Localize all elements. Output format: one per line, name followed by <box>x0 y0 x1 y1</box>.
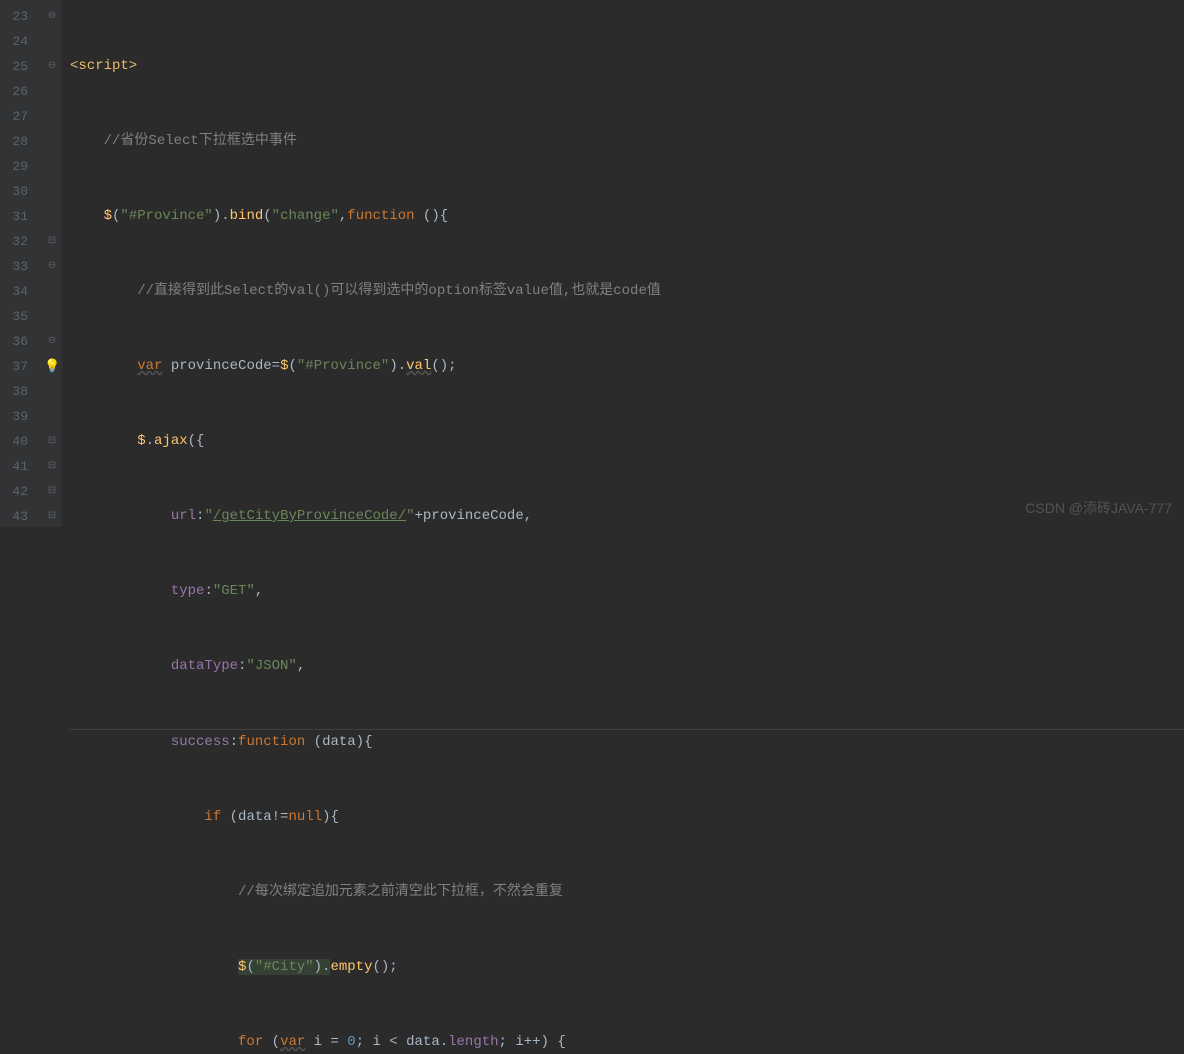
fold-marker <box>42 129 62 154</box>
line-number: 34 <box>0 279 28 304</box>
line-number: 26 <box>0 79 28 104</box>
fold-marker <box>42 29 62 54</box>
code-line: <script> <box>70 54 1184 79</box>
fold-marker <box>42 204 62 229</box>
fold-marker[interactable]: ⊟ <box>42 229 62 254</box>
fold-marker[interactable]: ⊟ <box>42 429 62 454</box>
fold-marker <box>42 79 62 104</box>
fold-marker <box>42 379 62 404</box>
line-number: 32 <box>0 229 28 254</box>
line-number: 28 <box>0 129 28 154</box>
fold-marker <box>42 179 62 204</box>
code-line: type:"GET", <box>70 579 1184 604</box>
fold-marker <box>42 104 62 129</box>
line-number: 39 <box>0 404 28 429</box>
line-number: 24 <box>0 29 28 54</box>
fold-marker <box>42 304 62 329</box>
line-number: 31 <box>0 204 28 229</box>
line-number: 25 <box>0 54 28 79</box>
line-number: 30 <box>0 179 28 204</box>
code-line: url:"/getCityByProvinceCode/"+provinceCo… <box>70 504 1184 529</box>
fold-marker[interactable]: ⊖ <box>42 4 62 29</box>
code-line: //每次绑定追加元素之前清空此下拉框，不然会重复 <box>70 880 1184 905</box>
code-line: //省份Select下拉框选中事件 <box>70 129 1184 154</box>
fold-marker <box>42 279 62 304</box>
line-number: 38 <box>0 379 28 404</box>
line-number: 29 <box>0 154 28 179</box>
line-number: 35 <box>0 304 28 329</box>
intention-bulb-icon[interactable]: 💡 <box>44 354 60 379</box>
line-number: 36 <box>0 329 28 354</box>
line-number: 33 <box>0 254 28 279</box>
line-number: 42 <box>0 479 28 504</box>
code-line: //直接得到此Select的val()可以得到选中的option标签value值… <box>70 279 1184 304</box>
fold-marker <box>42 404 62 429</box>
fold-marker[interactable]: ⊟ <box>42 504 62 529</box>
line-number-gutter: 2324252627282930313233343536373839404142… <box>0 0 42 527</box>
code-line: $.ajax({ <box>70 429 1184 454</box>
line-number: 41 <box>0 454 28 479</box>
line-number: 23 <box>0 4 28 29</box>
fold-marker[interactable]: ⊖ <box>42 329 62 354</box>
fold-marker <box>42 154 62 179</box>
code-line: success:function (data){ <box>70 729 1184 755</box>
code-line: dataType:"JSON", <box>70 654 1184 679</box>
code-line: $("#City").empty(); <box>70 955 1184 980</box>
watermark-text: CSDN @添砖JAVA-777 <box>1025 496 1172 521</box>
code-line: var provinceCode=$("#Province").val(); <box>70 354 1184 379</box>
code-area[interactable]: <script> //省份Select下拉框选中事件 $("#Province"… <box>62 0 1184 527</box>
code-line: for (var i = 0; i < data.length; i++) { <box>70 1030 1184 1054</box>
fold-marker[interactable]: ⊖ <box>42 254 62 279</box>
line-number: 27 <box>0 104 28 129</box>
code-editor: 2324252627282930313233343536373839404142… <box>0 0 1184 527</box>
fold-column[interactable]: 💡 ⊖⊖⊟⊖⊖⊖⊟⊟⊟⊟ <box>42 0 62 527</box>
line-number: 37 <box>0 354 28 379</box>
fold-marker[interactable]: ⊟ <box>42 454 62 479</box>
line-number: 40 <box>0 429 28 454</box>
code-line: $("#Province").bind("change",function ()… <box>70 204 1184 229</box>
fold-marker[interactable]: ⊟ <box>42 479 62 504</box>
code-line: if (data!=null){ <box>70 805 1184 830</box>
fold-marker[interactable]: ⊖ <box>42 54 62 79</box>
line-number: 43 <box>0 504 28 529</box>
